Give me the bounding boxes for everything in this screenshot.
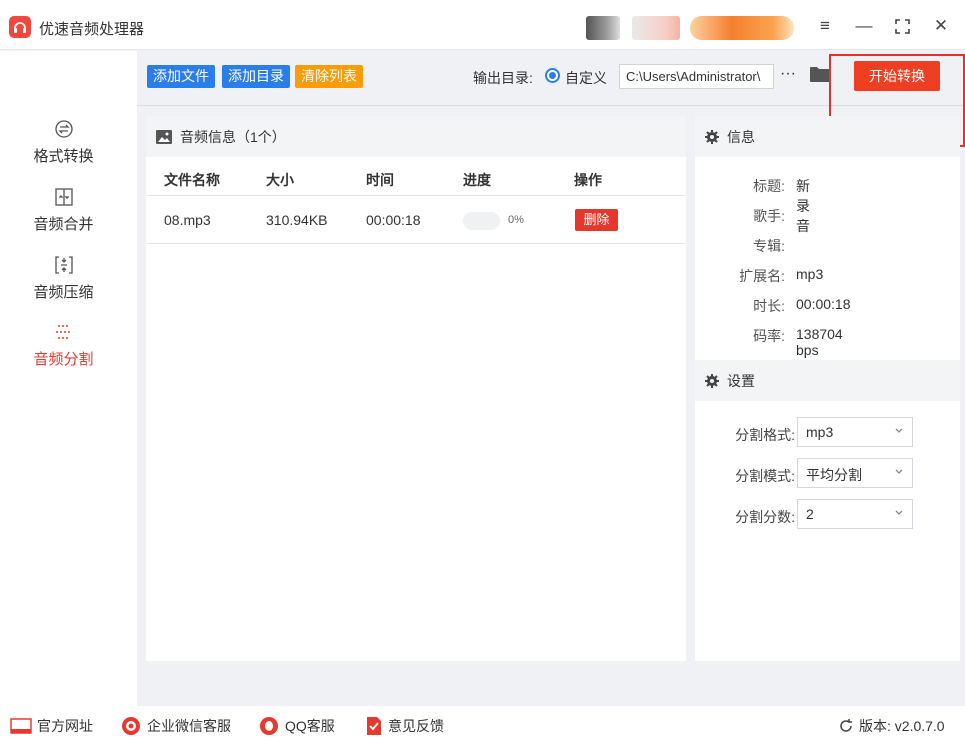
document-icon bbox=[367, 717, 381, 735]
sidebar-item-label: 音频合并 bbox=[33, 216, 94, 233]
sidebar-item-audio-merge[interactable]: 音频合并 bbox=[0, 187, 127, 234]
col-size: 大小 bbox=[266, 172, 294, 188]
file-size: 310.94KB bbox=[266, 212, 328, 228]
progress-bar bbox=[463, 212, 500, 230]
qq-icon bbox=[260, 717, 278, 735]
info-value: 新录音 bbox=[796, 178, 810, 234]
close-icon[interactable]: ✕ bbox=[929, 14, 953, 38]
split-count-value: 2 bbox=[806, 506, 814, 522]
compress-icon bbox=[54, 256, 73, 274]
qq-support-link[interactable]: QQ客服 bbox=[258, 716, 335, 736]
split-icon bbox=[55, 325, 72, 339]
output-directory-label: 输出目录: bbox=[473, 70, 533, 86]
app-logo-icon bbox=[9, 16, 31, 38]
table-row: 08.mp3 310.94KB 00:00:18 0% 删除 bbox=[146, 197, 686, 244]
chevron-down-icon bbox=[895, 510, 903, 515]
delete-button[interactable]: 删除 bbox=[575, 209, 618, 231]
title-bar: 优速音频处理器 ≡ — ✕ bbox=[0, 0, 965, 50]
wechat-support-link[interactable]: 企业微信客服 bbox=[120, 716, 231, 736]
chevron-down-icon bbox=[895, 469, 903, 474]
info-value: 00:00:18 bbox=[796, 296, 851, 312]
info-panel: 信息 标题: 新录音 歌手: 专辑: 扩展名: mp3 时长: 00:00:18… bbox=[695, 116, 960, 661]
split-count-select[interactable]: 2 bbox=[797, 499, 913, 529]
wechat-support-label: 企业微信客服 bbox=[147, 718, 231, 734]
audio-info-panel: 音频信息（1个） 文件名称 大小 时间 进度 操作 08.mp3 310.94K… bbox=[146, 116, 686, 661]
gear-icon bbox=[705, 373, 719, 388]
settings-panel-header: 设置 bbox=[695, 360, 960, 401]
version-label: 版本: v2.0.7.0 bbox=[859, 718, 945, 734]
split-format-label: 分割格式: bbox=[735, 427, 795, 443]
app-title: 优速音频处理器 bbox=[39, 21, 145, 38]
merge-icon bbox=[54, 188, 73, 206]
output-path-input[interactable] bbox=[619, 64, 774, 89]
info-key: 码率: bbox=[753, 328, 785, 344]
official-website-link[interactable]: 官方网址 bbox=[10, 716, 93, 736]
info-key: 歌手: bbox=[753, 208, 785, 224]
maximize-icon[interactable] bbox=[890, 14, 914, 38]
audio-panel-header: 音频信息（1个） bbox=[146, 116, 686, 157]
image-icon bbox=[156, 129, 172, 144]
user-avatar bbox=[586, 16, 620, 40]
menu-icon[interactable]: ≡ bbox=[813, 14, 837, 38]
split-count-label: 分割分数: bbox=[735, 509, 795, 525]
version-info[interactable]: 版本: v2.0.7.0 bbox=[838, 716, 945, 736]
col-filename: 文件名称 bbox=[164, 172, 220, 188]
footer: 官方网址 企业微信客服 QQ客服 意见反馈 版本: v2.0.7.0 bbox=[0, 706, 965, 737]
qq-support-label: QQ客服 bbox=[285, 718, 335, 734]
gear-icon bbox=[705, 129, 719, 144]
minimize-icon[interactable]: — bbox=[852, 14, 876, 38]
user-name bbox=[632, 16, 680, 40]
feedback-link[interactable]: 意见反馈 bbox=[365, 716, 444, 736]
add-directory-button[interactable]: 添加目录 bbox=[222, 65, 290, 88]
custom-radio-label[interactable]: 自定义 bbox=[565, 68, 607, 88]
sidebar-item-label: 音频分割 bbox=[33, 351, 94, 368]
info-key: 扩展名: bbox=[739, 268, 785, 284]
sidebar-item-audio-split[interactable]: 音频分割 bbox=[0, 322, 127, 369]
info-panel-header: 信息 bbox=[695, 116, 960, 157]
chevron-down-icon bbox=[895, 428, 903, 433]
feedback-label: 意见反馈 bbox=[388, 718, 444, 734]
website-icon bbox=[10, 718, 32, 734]
col-progress: 进度 bbox=[463, 172, 491, 188]
info-key: 时长: bbox=[753, 298, 785, 314]
info-key: 标题: bbox=[753, 178, 785, 194]
vip-badge[interactable] bbox=[690, 16, 794, 40]
split-format-value: mp3 bbox=[806, 424, 834, 440]
folder-icon[interactable] bbox=[810, 66, 830, 82]
table-header: 文件名称 大小 时间 进度 操作 bbox=[146, 170, 686, 196]
file-time: 00:00:18 bbox=[366, 212, 421, 228]
convert-icon bbox=[54, 120, 73, 138]
sidebar-item-format-convert[interactable]: 格式转换 bbox=[0, 119, 127, 166]
sidebar-item-label: 格式转换 bbox=[33, 148, 94, 165]
split-mode-label: 分割模式: bbox=[735, 468, 795, 484]
sidebar-item-label: 音频压缩 bbox=[33, 284, 94, 301]
more-icon[interactable]: ··· bbox=[780, 65, 796, 83]
info-panel-title: 信息 bbox=[727, 128, 755, 145]
audio-panel-title: 音频信息（1个） bbox=[180, 128, 286, 145]
info-key: 专辑: bbox=[753, 238, 785, 254]
col-action: 操作 bbox=[574, 172, 602, 188]
progress-text: 0% bbox=[508, 214, 524, 226]
split-mode-select[interactable]: 平均分割 bbox=[797, 458, 913, 488]
chat-icon bbox=[122, 717, 140, 735]
split-format-select[interactable]: mp3 bbox=[797, 417, 913, 447]
col-time: 时间 bbox=[366, 172, 394, 188]
sidebar-item-audio-compress[interactable]: 音频压缩 bbox=[0, 255, 127, 302]
file-name: 08.mp3 bbox=[164, 212, 211, 228]
refresh-icon bbox=[840, 719, 852, 732]
split-mode-value: 平均分割 bbox=[806, 467, 862, 483]
info-value: 138704 bps bbox=[796, 326, 843, 358]
add-file-button[interactable]: 添加文件 bbox=[147, 65, 215, 88]
settings-panel-title: 设置 bbox=[727, 372, 755, 389]
clear-list-button[interactable]: 清除列表 bbox=[295, 65, 363, 88]
custom-radio[interactable] bbox=[545, 68, 560, 83]
info-value: mp3 bbox=[796, 266, 824, 282]
official-website-label: 官方网址 bbox=[37, 718, 93, 734]
sidebar: 格式转换 音频合并 音频压缩 音频分割 bbox=[0, 51, 137, 706]
